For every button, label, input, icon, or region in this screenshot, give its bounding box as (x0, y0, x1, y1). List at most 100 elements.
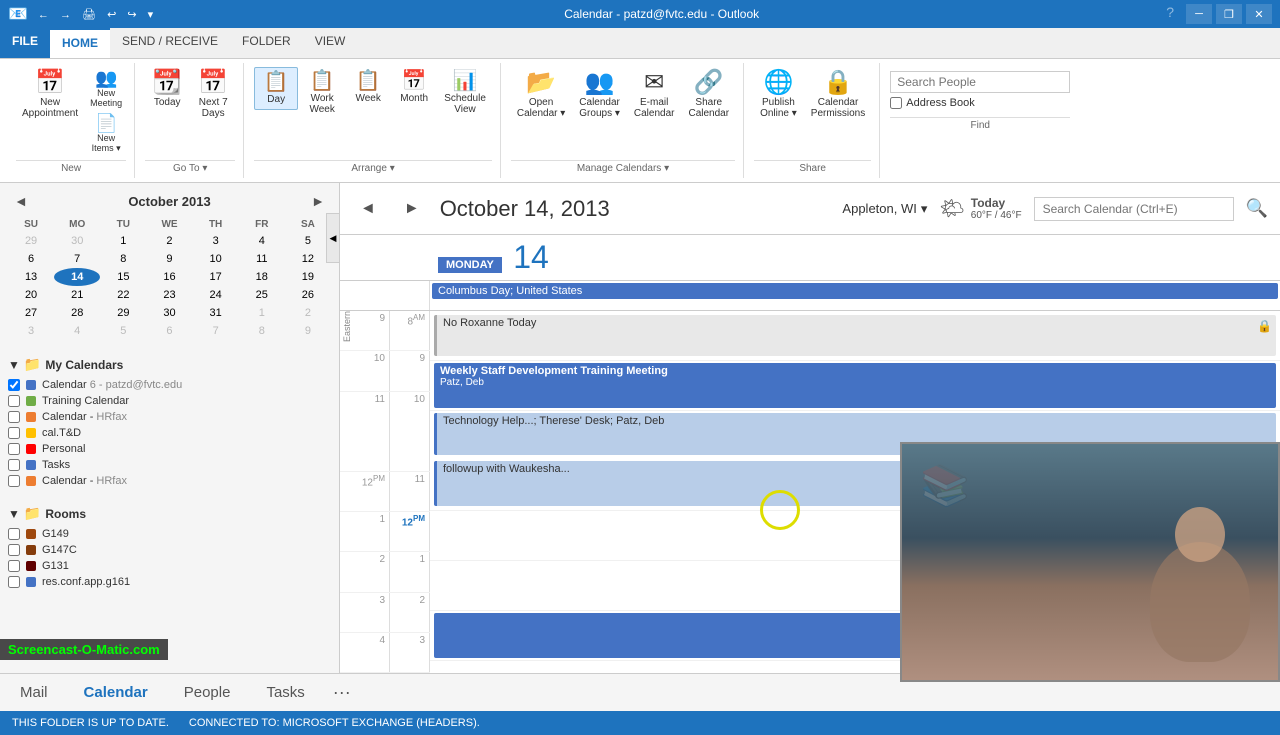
calendar-item-hrfax1[interactable]: Calendar - HRfax (8, 409, 331, 425)
next7days-button[interactable]: 📅 Next 7Days (191, 67, 235, 123)
cal-day[interactable]: 21 (54, 286, 100, 304)
work-week-button[interactable]: 📋 WorkWeek (300, 67, 344, 119)
training-cal-checkbox[interactable] (8, 395, 20, 407)
cal-day[interactable]: 29 (8, 232, 54, 250)
tab-view[interactable]: VIEW (303, 28, 358, 58)
calendar-item-personal[interactable]: Personal (8, 441, 331, 457)
cal-day-today[interactable]: 14 (54, 268, 100, 286)
nav-people[interactable]: People (176, 680, 239, 705)
hrfax1-checkbox[interactable] (8, 411, 20, 423)
undo-button[interactable]: ↩ (103, 6, 120, 23)
cal-day[interactable]: 8 (239, 322, 285, 340)
cal-day[interactable]: 20 (8, 286, 54, 304)
today-button[interactable]: 📆 Today (145, 67, 189, 112)
cal-day[interactable]: 27 (8, 304, 54, 322)
cal-day[interactable]: 7 (54, 250, 100, 268)
room-g131[interactable]: G131 (8, 558, 331, 574)
cal-day[interactable]: 6 (8, 250, 54, 268)
no-roxanne-event[interactable]: No Roxanne Today 🔒 (434, 315, 1276, 356)
new-appointment-button[interactable]: 📅 NewAppointment (16, 67, 84, 123)
cal-day[interactable]: 31 (193, 304, 239, 322)
cal-day[interactable]: 19 (285, 268, 331, 286)
my-calendars-header[interactable]: ▼ 📁 My Calendars (8, 356, 331, 373)
cal-day[interactable]: 26 (285, 286, 331, 304)
cal-day[interactable]: 9 (285, 322, 331, 340)
cal-day[interactable]: 9 (146, 250, 192, 268)
cal-day[interactable]: 24 (193, 286, 239, 304)
sidebar-collapse-button[interactable]: ◀ (326, 213, 340, 263)
cal-day[interactable]: 29 (100, 304, 146, 322)
calendar-item-tasks[interactable]: Tasks (8, 457, 331, 473)
print-button[interactable]: 🖨 (78, 6, 100, 23)
nav-calendar[interactable]: Calendar (76, 680, 156, 705)
cal-search-icon[interactable]: 🔍 (1246, 198, 1268, 219)
minimize-button[interactable]: ─ (1186, 4, 1212, 24)
cal-day[interactable]: 8 (100, 250, 146, 268)
res-conf-checkbox[interactable] (8, 576, 20, 588)
new-meeting-button[interactable]: 👥 NewMeeting (86, 67, 126, 110)
tab-send-receive[interactable]: SEND / RECEIVE (110, 28, 230, 58)
g131-checkbox[interactable] (8, 560, 20, 572)
restore-button[interactable]: ❐ (1216, 4, 1242, 24)
cal-day[interactable]: 4 (54, 322, 100, 340)
calendar-search-input[interactable] (1034, 197, 1234, 221)
open-calendar-button[interactable]: 📂 OpenCalendar ▾ (511, 67, 571, 123)
columbus-day-event[interactable]: Columbus Day; United States (432, 283, 1278, 299)
forward-button[interactable]: → (56, 7, 75, 23)
cal-next-button[interactable]: ► (396, 196, 428, 222)
room-res-conf[interactable]: res.conf.app.g161 (8, 574, 331, 590)
tasks-checkbox[interactable] (8, 459, 20, 471)
tab-home[interactable]: HOME (50, 28, 110, 58)
cal-day[interactable]: 13 (8, 268, 54, 286)
cal-day[interactable]: 15 (100, 268, 146, 286)
cal-day[interactable]: 23 (146, 286, 192, 304)
g147c-checkbox[interactable] (8, 544, 20, 556)
room-g147c[interactable]: G147C (8, 542, 331, 558)
month-view-button[interactable]: 📅 Month (392, 67, 436, 108)
cal-day[interactable]: 25 (239, 286, 285, 304)
cal-day[interactable]: 30 (54, 232, 100, 250)
caltd-checkbox[interactable] (8, 427, 20, 439)
cal-day[interactable]: 6 (146, 322, 192, 340)
help-button[interactable]: ? (1166, 4, 1174, 24)
weekly-staff-event[interactable]: Weekly Staff Development Training Meetin… (434, 363, 1276, 408)
cal-day[interactable]: 30 (146, 304, 192, 322)
cal-day[interactable]: 11 (239, 250, 285, 268)
week-view-button[interactable]: 📋 Week (346, 67, 390, 108)
cal-day[interactable]: 3 (8, 322, 54, 340)
nav-tasks[interactable]: Tasks (258, 680, 312, 705)
location-dropdown[interactable]: Appleton, WI ▾ (842, 201, 927, 217)
cal-day[interactable]: 3 (193, 232, 239, 250)
calendar-groups-button[interactable]: 👥 CalendarGroups ▾ (573, 67, 626, 123)
cal-day[interactable]: 10 (193, 250, 239, 268)
cal-day[interactable]: 12 (285, 250, 331, 268)
redo-button[interactable]: ↪ (123, 6, 140, 23)
cal-day[interactable]: 7 (193, 322, 239, 340)
nav-mail[interactable]: Mail (12, 680, 56, 705)
day-view-button[interactable]: 📋 Day (254, 67, 298, 110)
tab-folder[interactable]: FOLDER (230, 28, 303, 58)
cal-day[interactable]: 1 (239, 304, 285, 322)
cal-day[interactable]: 22 (100, 286, 146, 304)
calendar-main-checkbox[interactable] (8, 379, 20, 391)
mini-cal-prev-button[interactable]: ◄ (8, 191, 34, 211)
cal-prev-button[interactable]: ◄ (352, 196, 384, 222)
back-button[interactable]: ← (34, 7, 53, 23)
cal-day[interactable]: 1 (100, 232, 146, 250)
address-book-checkbox[interactable] (890, 97, 902, 109)
close-button[interactable]: ✕ (1246, 4, 1272, 24)
calendar-item-caltd[interactable]: cal.T&D (8, 425, 331, 441)
nav-more-button[interactable]: ··· (333, 682, 351, 703)
calendar-permissions-button[interactable]: 🔒 CalendarPermissions (805, 67, 871, 123)
g149-checkbox[interactable] (8, 528, 20, 540)
mini-cal-next-button[interactable]: ► (305, 191, 331, 211)
room-g149[interactable]: G149 (8, 526, 331, 542)
tab-file[interactable]: FILE (0, 28, 50, 58)
cal-day[interactable]: 4 (239, 232, 285, 250)
cal-day[interactable]: 5 (285, 232, 331, 250)
new-items-button[interactable]: 📄 NewItems ▾ (86, 112, 126, 156)
publish-online-button[interactable]: 🌐 PublishOnline ▾ (754, 67, 803, 123)
calendar-item-hrfax2[interactable]: Calendar - HRfax (8, 473, 331, 489)
cal-day[interactable]: 18 (239, 268, 285, 286)
cal-day[interactable]: 16 (146, 268, 192, 286)
